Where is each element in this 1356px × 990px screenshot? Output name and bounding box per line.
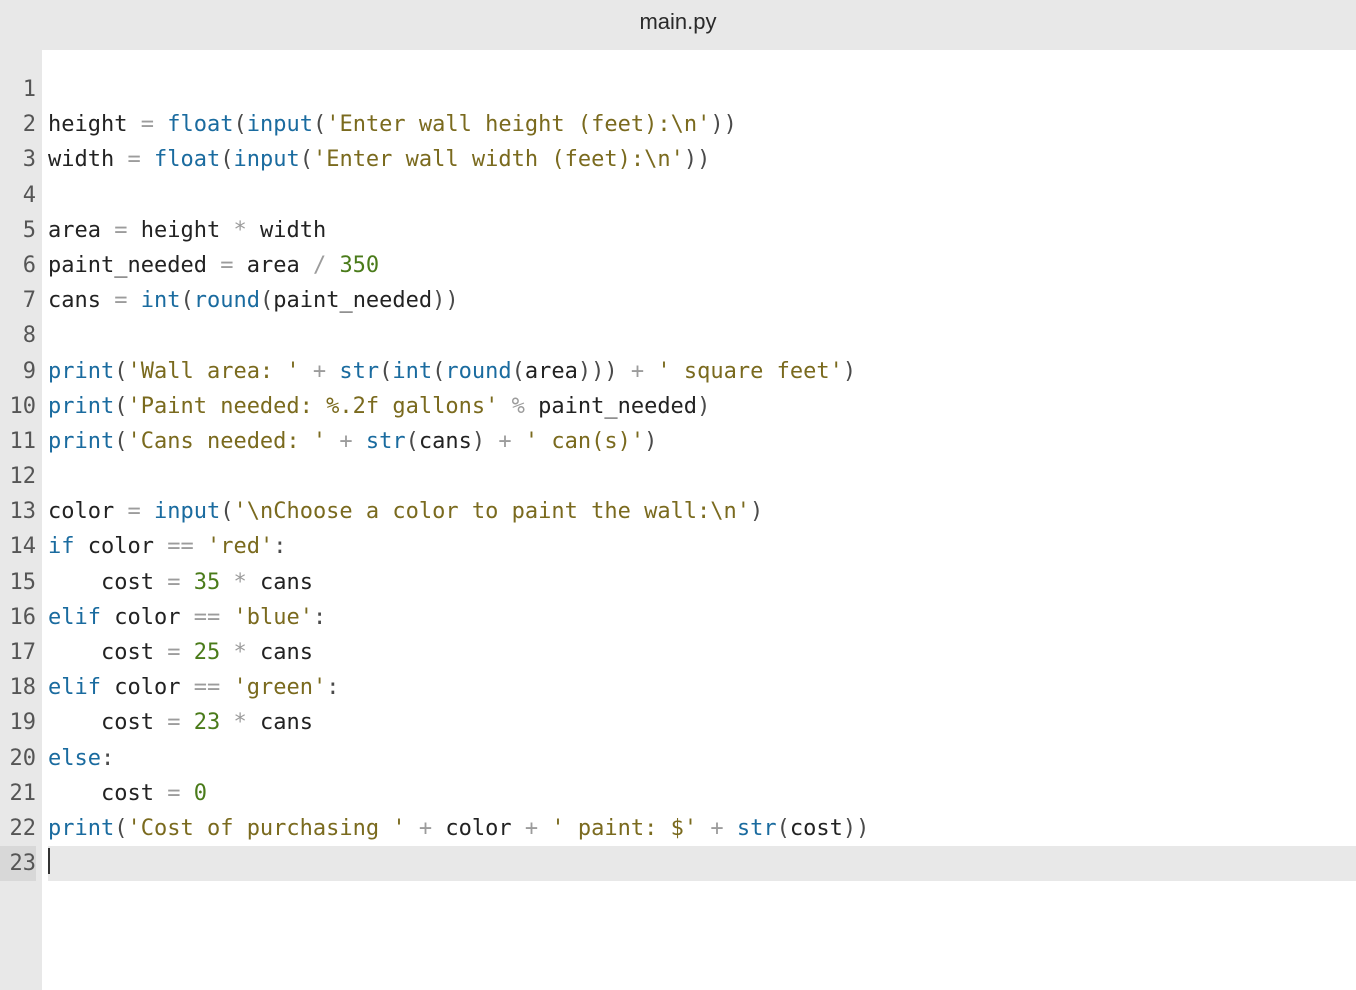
line-number: 9 (0, 354, 36, 389)
filename-label: main.py (639, 4, 716, 39)
line-number: 7 (0, 283, 36, 318)
code-line[interactable]: cost = 35 * cans (48, 565, 1356, 600)
code-line[interactable]: elif color == 'blue': (48, 600, 1356, 635)
line-number: 12 (0, 459, 36, 494)
line-number: 18 (0, 670, 36, 705)
code-editor[interactable]: 1234567891011121314151617181920212223 he… (0, 50, 1356, 990)
code-line[interactable]: print('Cost of purchasing ' + color + ' … (48, 811, 1356, 846)
line-number: 5 (0, 213, 36, 248)
line-number: 23 (0, 846, 36, 881)
line-number: 15 (0, 565, 36, 600)
code-line[interactable]: cost = 25 * cans (48, 635, 1356, 670)
code-line[interactable]: if color == 'red': (48, 529, 1356, 564)
code-line[interactable]: height = float(input('Enter wall height … (48, 107, 1356, 142)
code-line[interactable] (48, 178, 1356, 213)
line-number: 8 (0, 318, 36, 353)
line-number: 11 (0, 424, 36, 459)
code-line[interactable]: width = float(input('Enter wall width (f… (48, 142, 1356, 177)
code-line[interactable]: cans = int(round(paint_needed)) (48, 283, 1356, 318)
code-line[interactable]: print('Wall area: ' + str(int(round(area… (48, 354, 1356, 389)
code-line[interactable] (48, 459, 1356, 494)
code-line[interactable]: area = height * width (48, 213, 1356, 248)
text-cursor (48, 848, 50, 874)
line-number: 3 (0, 142, 36, 177)
code-line[interactable]: cost = 23 * cans (48, 705, 1356, 740)
line-number: 22 (0, 811, 36, 846)
code-line[interactable] (48, 72, 1356, 107)
code-line[interactable] (48, 846, 1356, 881)
code-line[interactable]: print('Cans needed: ' + str(cans) + ' ca… (48, 424, 1356, 459)
line-number: 19 (0, 705, 36, 740)
line-number: 2 (0, 107, 36, 142)
line-number: 1 (0, 72, 36, 107)
code-area[interactable]: height = float(input('Enter wall height … (42, 50, 1356, 990)
code-line[interactable]: print('Paint needed: %.2f gallons' % pai… (48, 389, 1356, 424)
line-number: 21 (0, 776, 36, 811)
line-number: 13 (0, 494, 36, 529)
code-line[interactable]: paint_needed = area / 350 (48, 248, 1356, 283)
code-line[interactable]: cost = 0 (48, 776, 1356, 811)
line-number: 20 (0, 741, 36, 776)
line-number: 6 (0, 248, 36, 283)
line-number: 10 (0, 389, 36, 424)
code-line[interactable]: color = input('\nChoose a color to paint… (48, 494, 1356, 529)
code-line[interactable] (48, 318, 1356, 353)
line-number: 14 (0, 529, 36, 564)
line-number: 17 (0, 635, 36, 670)
code-line[interactable]: elif color == 'green': (48, 670, 1356, 705)
code-line[interactable]: else: (48, 741, 1356, 776)
line-number: 4 (0, 178, 36, 213)
line-number-gutter: 1234567891011121314151617181920212223 (0, 50, 42, 990)
editor-header: main.py (0, 0, 1356, 50)
line-number: 16 (0, 600, 36, 635)
